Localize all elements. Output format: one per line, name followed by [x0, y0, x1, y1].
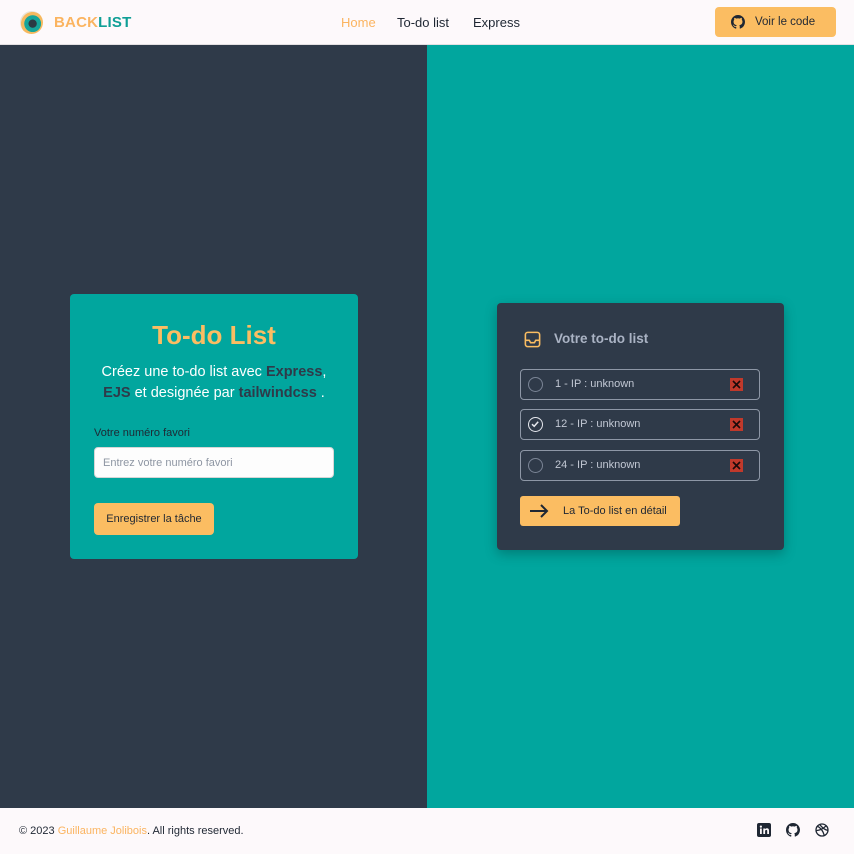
copyright-suffix: . All rights reserved. — [146, 825, 244, 837]
linkedin-icon[interactable] — [757, 823, 771, 837]
form-title: To-do List — [152, 320, 276, 350]
todo-item[interactable]: 12 - IP : unknown — [520, 409, 760, 440]
todo-item-label: 12 - IP : unknown — [555, 418, 641, 430]
desc-comma: , — [322, 364, 327, 380]
author-link[interactable]: Guillaume Jolibois — [58, 825, 147, 837]
footer: © 2023 Guillaume Jolibois. All rights re… — [0, 808, 854, 854]
todo-item[interactable]: 1 - IP : unknown — [520, 369, 760, 400]
desc-end: . — [316, 385, 325, 401]
arrow-right-icon — [530, 504, 549, 518]
desc-prefix: Créez une to-do list avec — [101, 364, 266, 380]
dribbble-icon[interactable] — [815, 823, 829, 837]
logo-icon[interactable] — [20, 11, 43, 34]
delete-icon[interactable] — [730, 378, 743, 391]
todo-item-label: 24 - IP : unknown — [555, 459, 641, 471]
todo-item-label: 1 - IP : unknown — [555, 378, 635, 390]
brand-part-2: LIST — [98, 14, 132, 31]
brand-part-1: BACK — [54, 14, 99, 31]
todo-checkbox-checked[interactable] — [528, 417, 543, 432]
todo-checkbox[interactable] — [528, 377, 543, 392]
todo-list-title: Votre to-do list — [554, 331, 649, 346]
copyright-text: © 2023 Guillaume Jolibois. All rights re… — [19, 825, 244, 837]
inbox-icon — [524, 331, 541, 348]
favorite-number-label: Votre numéro favori — [94, 427, 190, 439]
form-description: Créez une to-do list avec Express, EJS et… — [80, 362, 348, 404]
copyright-prefix: © 2023 — [19, 825, 58, 837]
top-navbar: BACKLIST Home To-do list Express Voir le… — [0, 0, 854, 45]
brand-name[interactable]: BACKLIST — [54, 14, 131, 31]
desc-express: Express — [265, 364, 323, 380]
check-icon — [531, 421, 539, 428]
view-code-label: Voir le code — [755, 16, 816, 28]
github-icon[interactable] — [786, 823, 800, 837]
todo-checkbox[interactable] — [528, 458, 543, 473]
nav-link-todo-list[interactable]: To-do list — [397, 15, 449, 30]
nav-link-express[interactable]: Express — [473, 15, 520, 30]
todo-detail-label: La To-do list en détail — [563, 505, 667, 517]
delete-icon[interactable] — [730, 459, 743, 472]
nav-link-home[interactable]: Home — [341, 15, 376, 30]
delete-icon[interactable] — [730, 418, 743, 431]
todo-item[interactable]: 24 - IP : unknown — [520, 450, 760, 481]
github-icon — [731, 15, 745, 29]
desc-middle: et designée par — [130, 385, 239, 401]
desc-ejs: EJS — [103, 385, 131, 401]
view-code-button[interactable]: Voir le code — [715, 7, 836, 37]
favorite-number-input[interactable] — [94, 447, 334, 478]
desc-tailwind: tailwindcss — [238, 385, 317, 401]
save-task-button[interactable]: Enregistrer la tâche — [94, 503, 214, 535]
todo-detail-button[interactable]: La To-do list en détail — [520, 496, 680, 526]
